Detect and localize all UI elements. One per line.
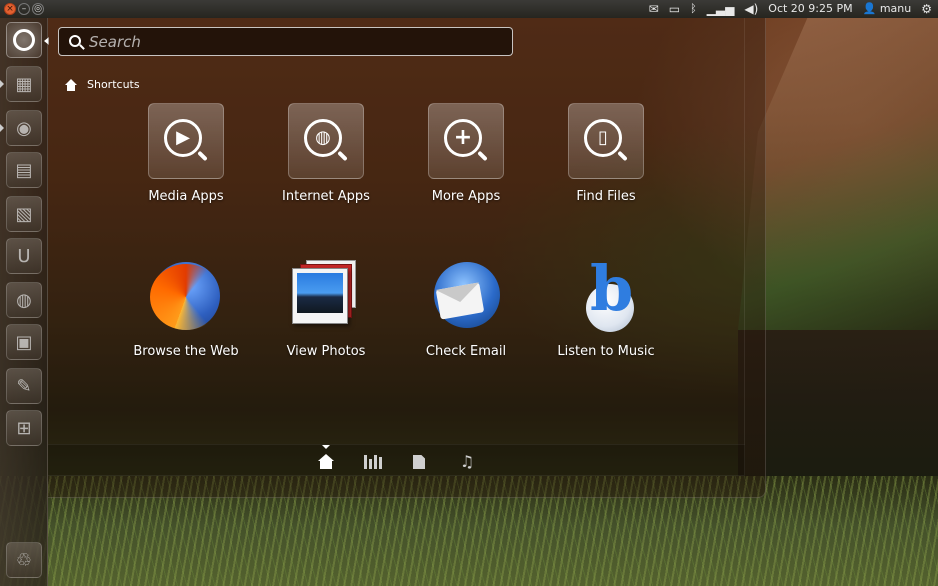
user-icon: 👤	[862, 2, 877, 15]
search-icon	[59, 27, 89, 56]
shortcut-more-apps[interactable]: + More Apps	[396, 103, 536, 243]
tile-label: Find Files	[576, 189, 636, 204]
wallpaper-lake	[738, 330, 938, 480]
shortcut-tile: +	[428, 103, 504, 179]
launcher-item-7[interactable]: ▣	[6, 324, 42, 360]
tile-label: Check Email	[425, 344, 507, 359]
files-lens-icon[interactable]	[410, 453, 428, 471]
dash-home-button[interactable]	[6, 22, 42, 58]
mail-icon[interactable]: ✉	[649, 0, 659, 18]
tile-label: Internet Apps	[282, 189, 370, 204]
document-icon: ▯	[584, 119, 622, 157]
launcher-item-4[interactable]: ▧	[6, 196, 42, 232]
globe-icon: ◍	[304, 119, 342, 157]
close-button[interactable]: ×	[4, 3, 16, 15]
thunderbird-icon	[428, 258, 504, 334]
firefox-icon	[148, 258, 224, 334]
app-browse-the-web[interactable]: Browse the Web	[116, 258, 256, 398]
launcher-item-1[interactable]: ▦	[6, 66, 42, 102]
trash-icon: ♲	[15, 549, 33, 571]
launcher-item-9[interactable]: ⊞	[6, 410, 42, 446]
maximize-button[interactable]: ◎	[32, 3, 44, 15]
web-globe-icon: ◍	[16, 289, 32, 311]
launcher-item-8[interactable]: ✎	[6, 368, 42, 404]
shortcut-internet-apps[interactable]: ◍ Internet Apps	[256, 103, 396, 243]
active-lens-indicator	[322, 445, 330, 449]
shortcut-tile: ▶	[148, 103, 224, 179]
dash-content-area	[48, 18, 745, 476]
optical-disc-icon: ◉	[16, 117, 32, 139]
file-manager-icon: ▤	[15, 159, 33, 181]
home-lens-icon[interactable]	[317, 453, 335, 471]
tile-label: Media Apps	[148, 189, 224, 204]
tile-label: Listen to Music	[557, 344, 655, 359]
photos-icon	[288, 258, 364, 334]
play-icon: ▶	[164, 119, 202, 157]
shortcut-media-apps[interactable]: ▶ Media Apps	[116, 103, 256, 243]
tools-icon: ✎	[16, 375, 32, 397]
launcher-item-6[interactable]: ◍	[6, 282, 42, 318]
banshee-icon: b	[568, 258, 644, 334]
running-indicator	[0, 80, 4, 88]
applications-lens-icon[interactable]	[364, 453, 382, 471]
tile-label: More Apps	[431, 189, 501, 204]
workspaces-icon: ⊞	[16, 417, 32, 439]
ubuntu-logo-icon	[13, 29, 35, 51]
terminal-icon: ▣	[15, 331, 33, 353]
wallpaper-mountain	[738, 0, 938, 330]
network-icon[interactable]: ▁▃▅	[707, 0, 735, 18]
search-input[interactable]	[89, 28, 512, 55]
launcher-item-2[interactable]: ◉	[6, 110, 42, 146]
launcher-item-5[interactable]: U	[6, 238, 42, 274]
app-listen-to-music[interactable]: b Listen to Music	[536, 258, 676, 398]
battery-icon[interactable]: ▭	[669, 0, 680, 18]
ubuntu-one-icon: U	[17, 245, 31, 267]
user-name: manu	[879, 2, 912, 15]
minimize-button[interactable]: –	[18, 3, 30, 15]
search-box[interactable]	[58, 27, 513, 56]
launcher-item-3[interactable]: ▤	[6, 152, 42, 188]
shortcut-find-files[interactable]: ▯ Find Files	[536, 103, 676, 243]
gear-icon[interactable]: ⚙	[921, 0, 932, 18]
top-panel: × – ◎ ✉ ▭ ᛒ ▁▃▅ ◀) Oct 20 9:25 PM 👤 manu…	[0, 0, 938, 18]
shortcut-tile: ◍	[288, 103, 364, 179]
app-view-photos[interactable]: View Photos	[256, 258, 396, 398]
shortcut-tile: ▯	[568, 103, 644, 179]
lens-bar: ♫	[48, 444, 745, 476]
section-header: Shortcuts	[65, 78, 140, 91]
home-icon	[65, 78, 77, 91]
clock[interactable]: Oct 20 9:25 PM	[768, 0, 852, 18]
dash: Shortcuts ▶ Media Apps ◍ Internet Apps +…	[48, 18, 766, 498]
app-grid-icon: ▦	[15, 73, 33, 95]
software-center-icon: ▧	[15, 203, 33, 225]
launcher-trash[interactable]: ♲	[6, 542, 42, 578]
app-check-email[interactable]: Check Email	[396, 258, 536, 398]
indicator-area: ✉ ▭ ᛒ ▁▃▅ ◀) Oct 20 9:25 PM 👤 manu ⚙	[649, 0, 938, 18]
launcher: ▦ ◉ ▤ ▧ U ◍ ▣ ✎ ⊞ ♲	[0, 18, 48, 586]
volume-icon[interactable]: ◀)	[744, 0, 758, 18]
window-buttons: × – ◎	[0, 3, 44, 15]
bluetooth-icon[interactable]: ᛒ	[690, 0, 697, 18]
user-menu[interactable]: 👤 manu	[863, 0, 912, 18]
section-title: Shortcuts	[87, 78, 140, 91]
running-indicator	[0, 124, 4, 132]
plus-icon: +	[444, 119, 482, 157]
tile-label: Browse the Web	[133, 344, 239, 359]
music-lens-icon[interactable]: ♫	[458, 453, 476, 471]
tile-label: View Photos	[286, 344, 366, 359]
